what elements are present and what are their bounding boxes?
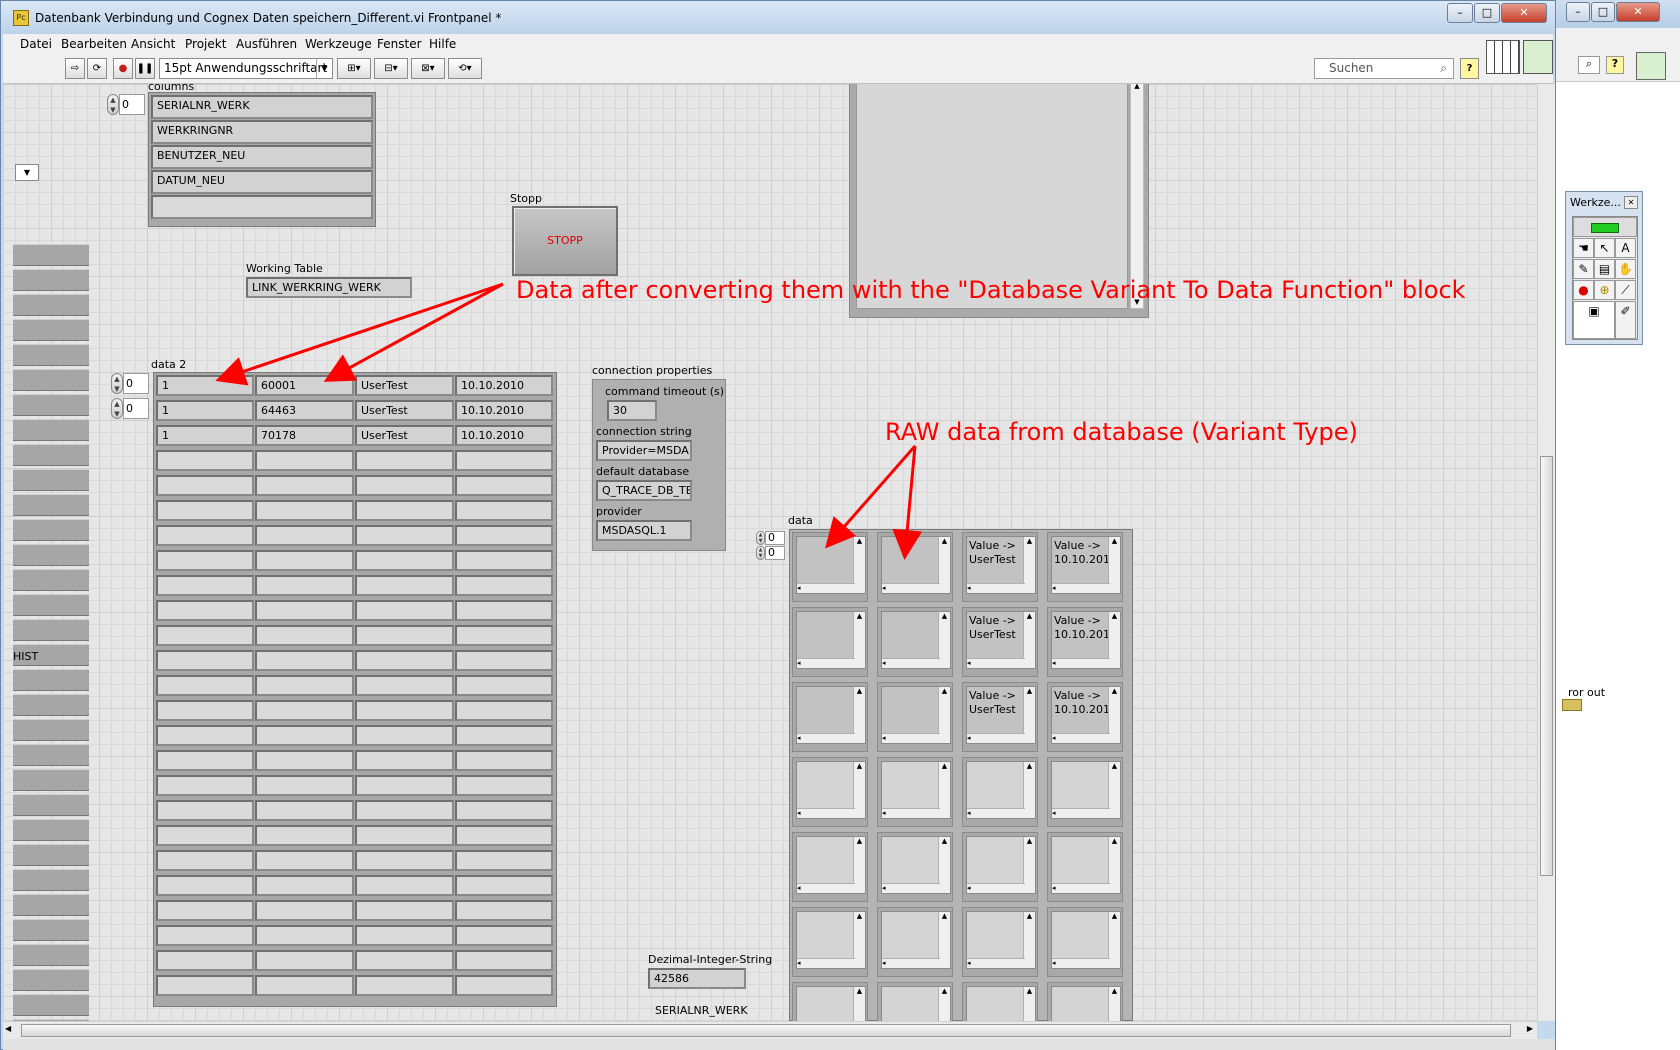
position-tool-icon[interactable]: ↖	[1594, 238, 1615, 258]
probe-tool-icon[interactable]: ⊕	[1594, 280, 1615, 300]
menu-fenster[interactable]: Fenster	[377, 37, 422, 51]
align-objects-icon[interactable]: ⊞▾	[337, 58, 371, 79]
horizontal-scrollbar[interactable]: ◀ ▶	[3, 1021, 1537, 1039]
operate-tool-icon[interactable]: ☚	[1573, 238, 1594, 258]
shortcut-menu-tool-icon[interactable]: ▤	[1594, 259, 1615, 279]
palette-close-icon[interactable]: ✕	[1624, 196, 1638, 209]
bg-toolbar: ⌕ ?	[1554, 48, 1680, 82]
font-select[interactable]: 15pt Anwendungsschriftart ▼	[159, 58, 333, 79]
wiring-tool-icon[interactable]: ✎	[1573, 259, 1594, 279]
annotation-arrows	[215, 282, 923, 560]
vi-icon[interactable]	[1523, 40, 1553, 74]
scroll-right-icon[interactable]: ▶	[1527, 1024, 1533, 1033]
background-window: – □ ✕ ⌕ ? ror out	[1553, 0, 1680, 1050]
menu-projekt[interactable]: Projekt	[185, 37, 226, 51]
help-icon[interactable]: ?	[1460, 58, 1479, 79]
chevron-down-icon: ▼	[316, 59, 332, 78]
search-icon: ⌕	[1440, 61, 1447, 75]
error-out-label: ror out	[1568, 686, 1606, 699]
menu-datei[interactable]: Datei	[20, 37, 52, 51]
bg-search-icon[interactable]: ⌕	[1578, 56, 1600, 74]
bg-vi-icon	[1636, 52, 1666, 80]
menu-werkzeuge[interactable]: Werkzeuge	[305, 37, 372, 51]
run-arrow-icon[interactable]: ⇨	[65, 58, 85, 79]
menu-ausfuehren[interactable]: Ausführen	[236, 37, 297, 51]
menubar: Datei Bearbeiten Ansicht Projekt Ausführ…	[3, 34, 1553, 54]
pause-icon[interactable]: ❚❚	[135, 58, 155, 79]
scroll-tool-icon[interactable]: ✋	[1615, 259, 1636, 279]
vertical-scrollbar[interactable]	[1537, 84, 1555, 1021]
abort-icon[interactable]: ●	[113, 58, 133, 79]
run-continuous-icon[interactable]: ⟳	[87, 58, 107, 79]
label-tool-icon[interactable]: A	[1615, 238, 1636, 258]
arrow-to-col1	[215, 282, 504, 386]
brush-icon[interactable]: ✐	[1615, 301, 1636, 339]
labview-app-icon: Pc	[13, 10, 29, 26]
set-color-tool-icon[interactable]: ▣	[1573, 301, 1615, 339]
horizontal-scroll-thumb[interactable]	[21, 1024, 1511, 1037]
main-window: Pc Datenbank Verbindung und Cognex Daten…	[0, 0, 1556, 1050]
arrow-to-col2	[323, 282, 504, 382]
menu-hilfe[interactable]: Hilfe	[429, 37, 456, 51]
search-placeholder: Suchen	[1329, 61, 1374, 75]
front-panel: ▼ HIST columns ▲ ▼ 0 SERIALNR_WERK WERKRIN…	[3, 84, 1537, 1021]
close-button[interactable]: ✕	[1501, 3, 1547, 23]
status-bar	[3, 1039, 1555, 1050]
titlebar: Pc Datenbank Verbindung und Cognex Daten…	[1, 1, 1555, 34]
bg-menubar	[1554, 28, 1680, 48]
arrow-to-raw-col1	[825, 445, 917, 549]
bg-minimize-button[interactable]: –	[1566, 2, 1590, 22]
resize-objects-icon[interactable]: ⊠▾	[411, 58, 445, 79]
distribute-objects-icon[interactable]: ⊟▾	[374, 58, 408, 79]
tools-palette: Werkze... ✕ ☚ ↖ A ✎ ▤ ✋ ● ⊕ ⟋ ▣ ✐	[1565, 191, 1643, 345]
breakpoint-tool-icon[interactable]: ●	[1573, 280, 1594, 300]
menu-bearbeiten[interactable]: Bearbeiten	[61, 37, 127, 51]
vertical-scroll-thumb[interactable]	[1540, 456, 1553, 876]
reorder-icon[interactable]: ⟲▾	[448, 58, 482, 79]
toolbar: ⇨ ⟳ ● ❚❚ 15pt Anwendungsschriftart ▼ ⊞▾ ⊟…	[3, 40, 1553, 84]
arrow-to-raw-col2	[892, 445, 923, 560]
get-color-tool-icon[interactable]: ⟋	[1615, 280, 1636, 300]
search-input[interactable]: Suchen ⌕	[1314, 58, 1454, 79]
maximize-button[interactable]: □	[1474, 3, 1500, 23]
connector-pane-icon[interactable]	[1486, 40, 1520, 74]
automatic-tool-icon[interactable]	[1573, 217, 1637, 237]
minimize-button[interactable]: –	[1447, 3, 1473, 23]
bg-help-icon[interactable]: ?	[1606, 56, 1624, 74]
tools-palette-title: Werkze...	[1570, 196, 1621, 209]
scroll-left-icon[interactable]: ◀	[5, 1024, 11, 1033]
font-select-value: 15pt Anwendungsschriftart	[164, 61, 328, 75]
menu-ansicht[interactable]: Ansicht	[131, 37, 175, 51]
bg-maximize-button[interactable]: □	[1591, 2, 1615, 22]
window-title: Datenbank Verbindung und Cognex Daten sp…	[35, 11, 502, 25]
error-out-terminal-icon	[1562, 699, 1582, 711]
tools-grid: ☚ ↖ A ✎ ▤ ✋ ● ⊕ ⟋ ▣ ✐	[1572, 216, 1638, 340]
bg-close-button[interactable]: ✕	[1616, 2, 1660, 22]
background-titlebar: – □ ✕	[1554, 0, 1680, 28]
